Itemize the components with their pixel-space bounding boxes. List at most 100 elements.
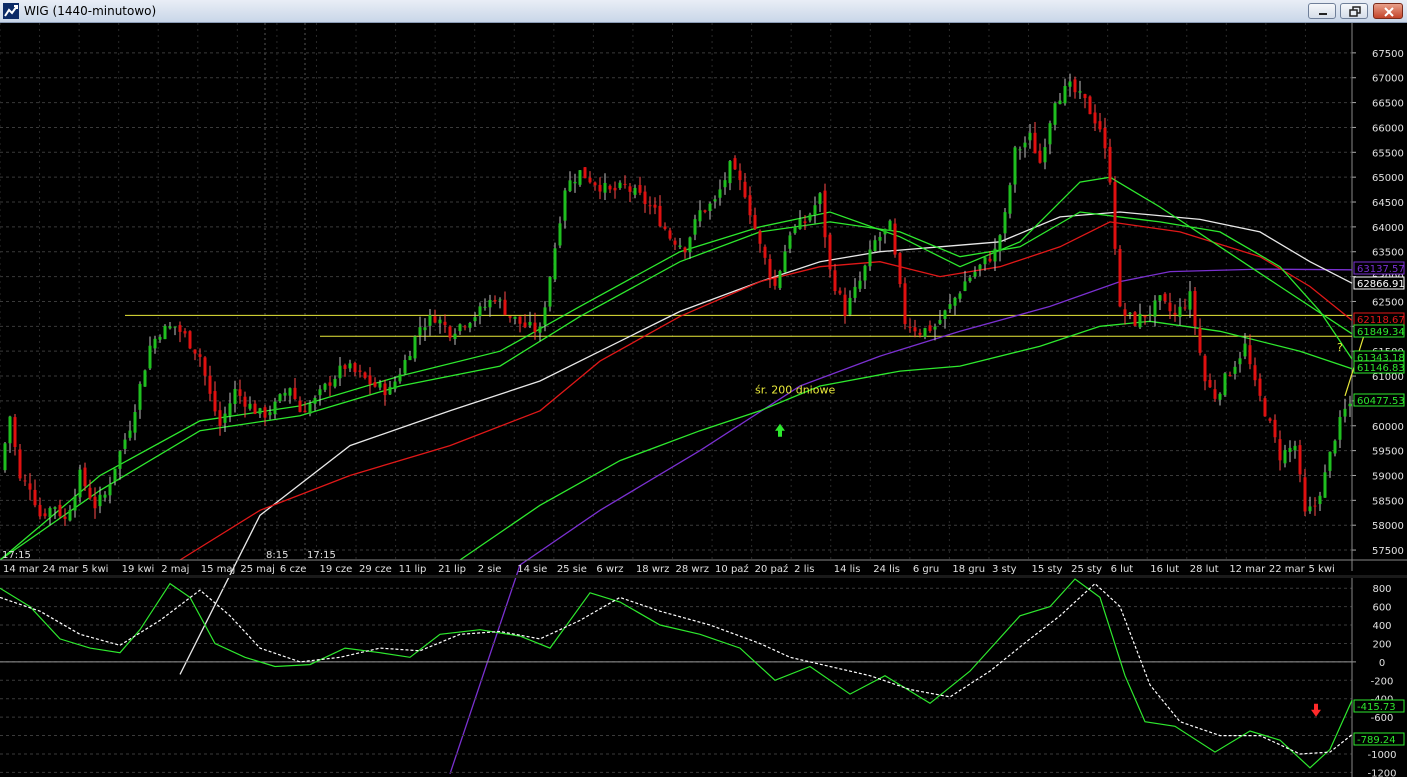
candle-body bbox=[1008, 185, 1012, 214]
candle-body bbox=[1228, 375, 1232, 377]
candle-body bbox=[88, 487, 92, 499]
price-tick-label: 66000 bbox=[1372, 123, 1404, 134]
candle-body bbox=[1348, 403, 1352, 407]
candle-body bbox=[563, 190, 567, 221]
candle-body bbox=[1143, 315, 1147, 318]
candle-body bbox=[1033, 132, 1037, 154]
candle-body bbox=[153, 338, 157, 349]
time-tick-label: 11 lip bbox=[399, 564, 427, 575]
candle-body bbox=[418, 327, 422, 336]
candle-body bbox=[653, 204, 657, 208]
candle-body bbox=[1243, 343, 1247, 357]
candle-body bbox=[978, 264, 982, 270]
candle-body bbox=[33, 489, 37, 506]
candle-body bbox=[1183, 307, 1187, 309]
candle-body bbox=[878, 236, 882, 241]
candle-body bbox=[398, 374, 402, 382]
candle-body bbox=[198, 354, 202, 357]
candle-body bbox=[448, 326, 452, 338]
ma-value-label: 63137.57 bbox=[1357, 264, 1405, 275]
candle-body bbox=[323, 383, 327, 390]
candle-body bbox=[333, 378, 337, 387]
candle-body bbox=[903, 283, 907, 325]
time-tick-label: 18 gru bbox=[952, 564, 985, 575]
candle-body bbox=[548, 276, 552, 307]
candle-body bbox=[208, 375, 212, 394]
candle-body bbox=[83, 467, 87, 487]
price-tick-label: 67500 bbox=[1372, 49, 1404, 60]
candle-body bbox=[1198, 328, 1202, 353]
candle-body bbox=[608, 185, 612, 190]
time-mark-label: 17:15 bbox=[307, 550, 336, 561]
candle-body bbox=[338, 365, 342, 379]
candle-body bbox=[908, 326, 912, 328]
time-tick-label: 6 wrz bbox=[596, 564, 623, 575]
candle-body bbox=[268, 412, 272, 416]
price-tick-label: 59000 bbox=[1372, 471, 1404, 482]
candle-body bbox=[368, 375, 372, 385]
candle-body bbox=[313, 397, 317, 404]
candle-body bbox=[283, 392, 287, 396]
candle-body bbox=[98, 494, 102, 507]
minimize-button[interactable] bbox=[1308, 3, 1336, 19]
moving-average-line bbox=[449, 268, 1353, 775]
candle-body bbox=[733, 158, 737, 170]
candle-body bbox=[68, 510, 72, 521]
candle-body bbox=[1173, 312, 1177, 315]
price-tick-label: 64500 bbox=[1372, 198, 1404, 209]
time-tick-label: 21 lip bbox=[438, 564, 466, 575]
candle-body bbox=[1328, 451, 1332, 471]
osc-tick-label: -600 bbox=[1371, 713, 1394, 724]
candle-body bbox=[133, 412, 137, 433]
title-bar[interactable]: WIG (1440-minutowo) bbox=[0, 0, 1407, 23]
candle-body bbox=[8, 416, 12, 444]
close-button[interactable] bbox=[1373, 3, 1403, 19]
candle-body bbox=[103, 494, 107, 498]
candle-body bbox=[1018, 149, 1022, 151]
candle-body bbox=[1333, 440, 1337, 454]
price-tick-label: 58000 bbox=[1372, 521, 1404, 532]
candle-body bbox=[93, 496, 97, 509]
candle-body bbox=[713, 199, 717, 202]
candle-body bbox=[393, 381, 397, 389]
candle-body bbox=[1283, 450, 1287, 464]
candle-body bbox=[588, 177, 592, 183]
candle-body bbox=[938, 319, 942, 324]
candle-body bbox=[1278, 439, 1282, 461]
time-tick-label: 14 mar bbox=[3, 564, 40, 575]
time-tick-label: 28 wrz bbox=[676, 564, 709, 575]
time-tick-label: 19 cze bbox=[319, 564, 352, 575]
candle-body bbox=[603, 182, 607, 193]
candle-body bbox=[748, 195, 752, 216]
candle-body bbox=[1133, 312, 1137, 326]
candle-body bbox=[823, 190, 827, 238]
candle-body bbox=[573, 181, 577, 184]
candle-body bbox=[348, 363, 352, 369]
restore-button[interactable] bbox=[1340, 3, 1368, 19]
candle-body bbox=[1253, 365, 1257, 381]
price-tick-label: 63500 bbox=[1372, 248, 1404, 259]
candle-body bbox=[773, 278, 777, 286]
candle-body bbox=[1098, 121, 1102, 130]
candle-body bbox=[18, 449, 22, 479]
price-tick-label: 64000 bbox=[1372, 223, 1404, 234]
candle-body bbox=[638, 185, 642, 193]
oscillator-grid bbox=[0, 575, 1407, 773]
chart-area[interactable]: 5750058000585005900059500600006050061000… bbox=[0, 23, 1407, 777]
candle-body bbox=[1068, 81, 1072, 87]
window-title: WIG (1440-minutowo) bbox=[24, 4, 157, 18]
osc-tick-label: -1200 bbox=[1367, 768, 1396, 777]
candle-body bbox=[428, 315, 432, 326]
candle-body bbox=[698, 210, 702, 222]
time-tick-label: 6 cze bbox=[280, 564, 306, 575]
candle-body bbox=[1088, 96, 1092, 115]
candle-body bbox=[148, 345, 152, 369]
candle-body bbox=[343, 365, 347, 369]
candle-body bbox=[633, 187, 637, 195]
candle-body bbox=[438, 319, 442, 324]
ma-value-label: 62118.67 bbox=[1357, 315, 1405, 326]
time-axis: 14 mar 24 mar 5 kwi 19 kwi 2 maj 15 maj 25 maj… bbox=[0, 550, 1407, 575]
candle-body bbox=[213, 391, 217, 412]
candle-body bbox=[468, 323, 472, 328]
pane-divider[interactable] bbox=[0, 575, 1407, 578]
